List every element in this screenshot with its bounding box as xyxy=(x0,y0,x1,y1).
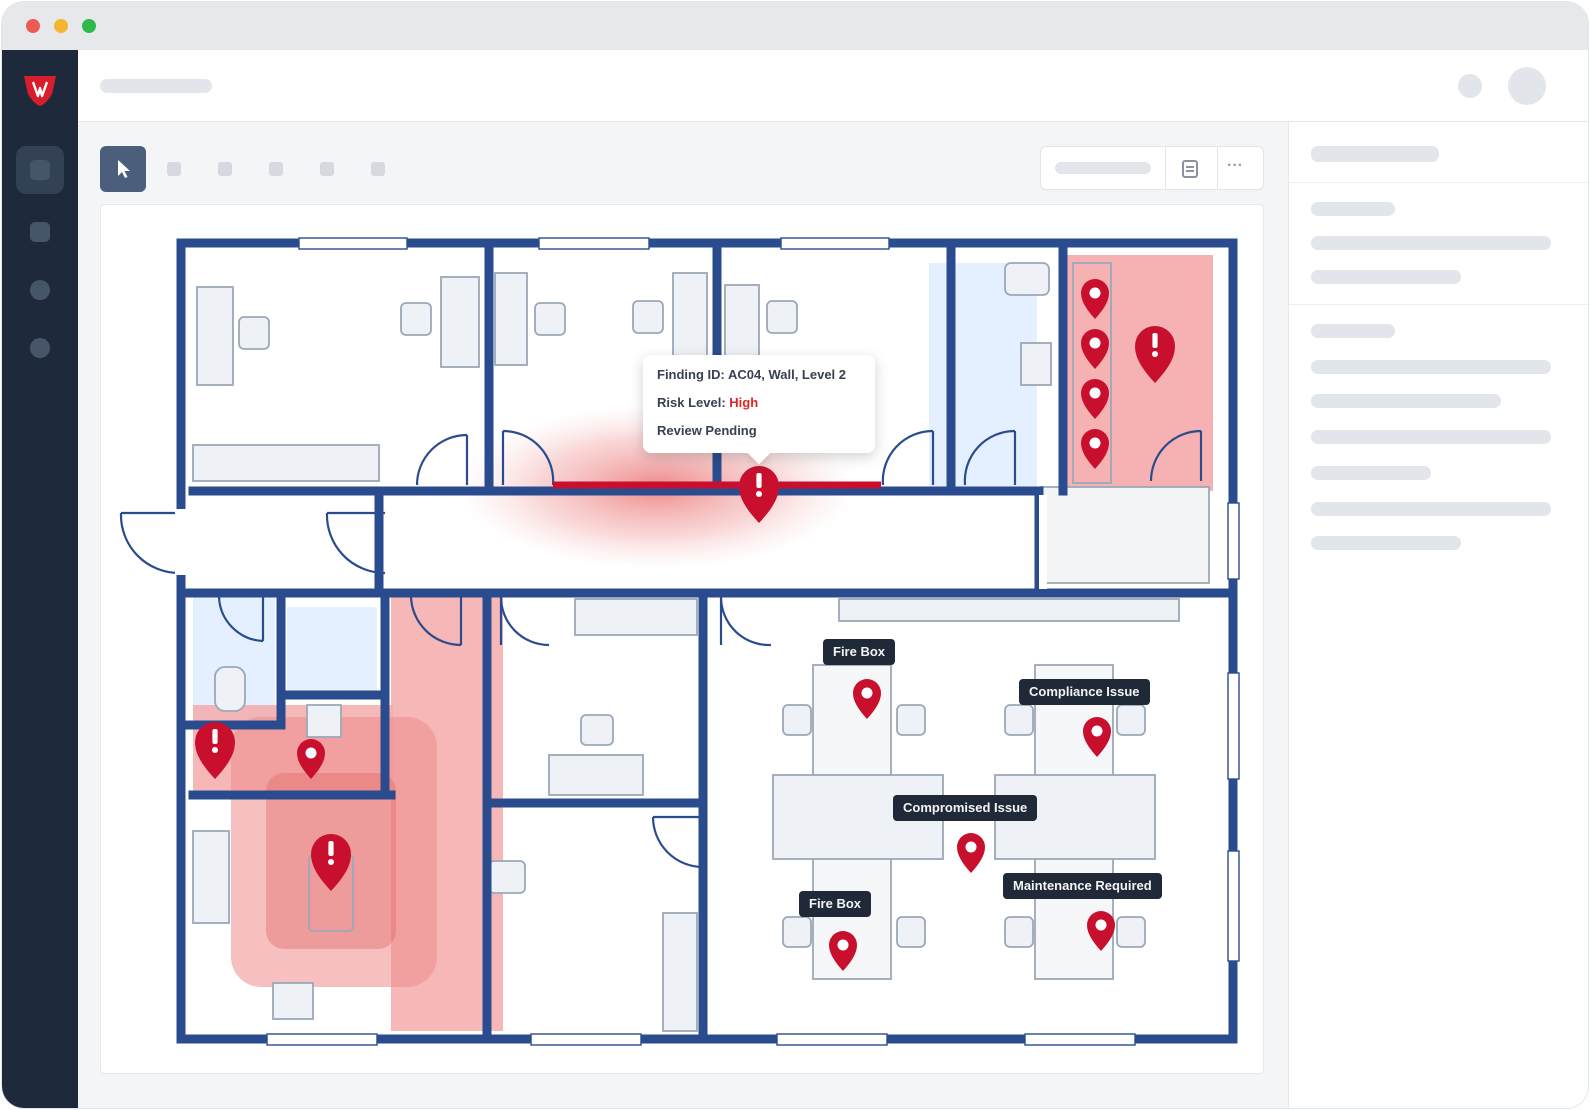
panel-section-heading-2 xyxy=(1311,324,1395,338)
details-panel xyxy=(1288,122,1588,1108)
sidebar-item-1[interactable] xyxy=(16,146,64,194)
sidebar-item-4[interactable] xyxy=(16,324,64,372)
utility-room xyxy=(287,607,377,693)
tool-square-icon xyxy=(320,162,334,176)
tool-5-button[interactable] xyxy=(304,146,350,192)
popup-finding-id: Finding ID: AC04, Wall, Level 2 xyxy=(657,367,847,382)
finding-popup[interactable]: Finding ID: AC04, Wall, Level 2 Risk Lev… xyxy=(643,355,875,465)
tool-square-icon xyxy=(167,162,181,176)
nav-square-icon xyxy=(30,160,50,180)
view-controls: ··· xyxy=(1040,146,1264,190)
nav-circle-icon xyxy=(30,280,50,300)
tool-square-icon xyxy=(371,162,385,176)
select-tool[interactable] xyxy=(100,146,146,192)
label-maintenance-required[interactable]: Maintenance Required xyxy=(1003,873,1162,899)
tool-3-button[interactable] xyxy=(202,146,248,192)
nav-square-icon xyxy=(30,222,50,242)
tool-square-icon xyxy=(218,162,232,176)
panel-title-placeholder xyxy=(1311,146,1439,162)
view-dropdown[interactable] xyxy=(1055,162,1151,174)
avatar[interactable] xyxy=(1508,67,1546,105)
main-workspace: ··· Finding ID: AC04, Wall, Level 2 Risk… xyxy=(78,122,1288,1108)
sidebar-item-2[interactable] xyxy=(16,208,64,256)
panel-section-heading xyxy=(1311,202,1395,216)
shield-logo-icon[interactable] xyxy=(20,70,60,110)
floorplan-canvas[interactable]: Finding ID: AC04, Wall, Level 2 Risk Lev… xyxy=(100,204,1264,1074)
page-title-placeholder xyxy=(100,79,212,93)
minimize-window-button[interactable] xyxy=(54,19,68,33)
title-bar xyxy=(2,2,1588,50)
cursor-arrow-icon xyxy=(118,160,130,178)
top-bar xyxy=(78,50,1588,122)
label-compliance-issue[interactable]: Compliance Issue xyxy=(1019,679,1150,705)
trash-icon xyxy=(269,162,283,176)
close-window-button[interactable] xyxy=(26,19,40,33)
maximize-window-button[interactable] xyxy=(82,19,96,33)
label-fire-box-2[interactable]: Fire Box xyxy=(799,891,872,917)
tool-6-button[interactable] xyxy=(355,146,401,192)
app-window: ··· Finding ID: AC04, Wall, Level 2 Risk… xyxy=(2,2,1588,1108)
sidebar xyxy=(2,50,78,1108)
popup-risk-level: Risk Level: High xyxy=(657,395,759,410)
more-icon[interactable]: ··· xyxy=(1227,157,1243,175)
label-compromised-issue[interactable]: Compromised Issue xyxy=(893,795,1038,821)
notification-icon[interactable] xyxy=(1458,74,1482,98)
floorplan-drawing xyxy=(119,237,1240,1046)
tool-2-button[interactable] xyxy=(151,146,197,192)
label-fire-box-1[interactable]: Fire Box xyxy=(823,639,896,665)
layers-icon[interactable] xyxy=(1181,159,1199,179)
nav-circle-icon xyxy=(30,338,50,358)
tool-4-button[interactable] xyxy=(253,146,299,192)
sidebar-item-3[interactable] xyxy=(16,266,64,314)
